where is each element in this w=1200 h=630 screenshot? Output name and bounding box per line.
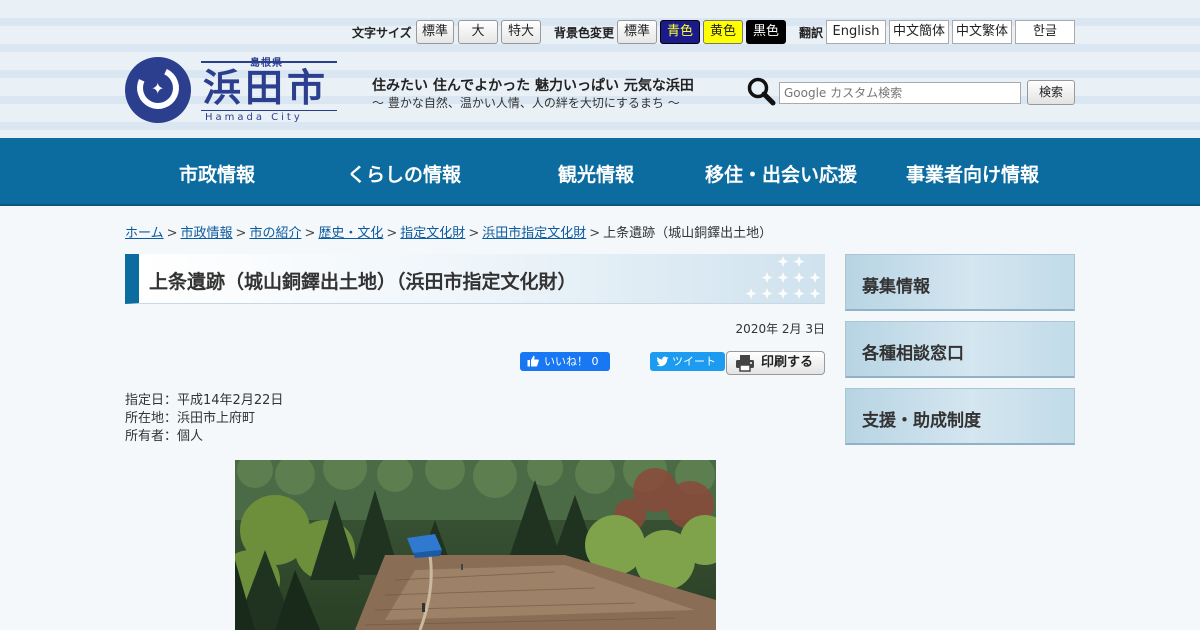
breadcrumb-separator-icon: >: [304, 226, 316, 241]
nav-item-living[interactable]: くらしの情報: [347, 160, 461, 187]
logo-divider: [201, 110, 337, 111]
sidebar-item-subsidies[interactable]: 支援・助成制度: [845, 388, 1075, 445]
global-nav: 市政情報 くらしの情報 観光情報 移住・出会い応援 事業者向け情報: [0, 138, 1200, 206]
breadcrumb-link[interactable]: 市政情報: [181, 226, 233, 241]
nav-item-relocation[interactable]: 移住・出会い応援: [705, 160, 857, 187]
breadcrumb: ホーム > 市政情報 > 市の紹介 > 歴史・文化 > 指定文化財 > 浜田市指定文化財 > 上条遺跡（…: [125, 222, 772, 241]
font-size-standard-button[interactable]: 標準: [416, 20, 454, 44]
breadcrumb-link[interactable]: 市の紹介: [249, 226, 301, 241]
site-photo: [235, 460, 716, 630]
location: 所在地：浜田市上府町: [125, 411, 256, 426]
breadcrumb-separator-icon: >: [166, 226, 178, 241]
breadcrumb-separator-icon: >: [386, 226, 398, 241]
publish-date: 2020年 2月 3日: [735, 322, 825, 336]
facebook-like-button[interactable]: いいね！ 0: [520, 352, 610, 371]
lang-simplified-chinese-button[interactable]: 中文簡体: [889, 20, 949, 44]
printer-icon: [736, 355, 754, 372]
breadcrumb-link[interactable]: 浜田市指定文化財: [482, 226, 586, 241]
logo-city-name[interactable]: 浜田市: [203, 67, 329, 109]
tweet-button[interactable]: ツイート: [650, 352, 725, 371]
sparkle-decoration-icon: [745, 256, 821, 299]
breadcrumb-link-home[interactable]: ホーム: [125, 226, 164, 241]
nav-item-business[interactable]: 事業者向け情報: [906, 160, 1039, 187]
bg-black-button[interactable]: 黒色: [746, 20, 786, 44]
bg-yellow-button[interactable]: 黄色: [703, 20, 743, 44]
logo-divider: [201, 61, 337, 63]
breadcrumb-separator-icon: >: [589, 226, 601, 241]
catchphrase-sub: ～ 豊かな自然、温かい人情、人の絆を大切にするまち ～: [372, 96, 680, 110]
breadcrumb-separator-icon: >: [468, 226, 480, 241]
lang-english-button[interactable]: English: [826, 20, 886, 44]
sidebar-item-label: 各種相談窓口: [862, 344, 964, 364]
breadcrumb-link[interactable]: 指定文化財: [400, 226, 465, 241]
sidebar-item-consultation[interactable]: 各種相談窓口: [845, 321, 1075, 378]
twitter-bird-icon: [656, 356, 669, 367]
breadcrumb-link[interactable]: 歴史・文化: [318, 226, 383, 241]
font-size-label: 文字サイズ: [352, 26, 412, 40]
search-button[interactable]: 検索: [1027, 80, 1075, 105]
designation-info: 指定日：平成14年2月22日 所在地：浜田市上府町 所有者：個人: [125, 392, 283, 446]
page-title-box: 上条遺跡（城山銅鐸出土地）（浜田市指定文化財）: [125, 254, 825, 304]
facebook-like-label: いいね！ 0: [544, 355, 599, 368]
designation-date: 指定日：平成14年2月22日: [125, 393, 284, 408]
breadcrumb-separator-icon: >: [235, 226, 247, 241]
lang-traditional-chinese-button[interactable]: 中文繁体: [952, 20, 1012, 44]
breadcrumb-current: 上条遺跡（城山銅鐸出土地）: [603, 226, 773, 241]
nav-item-city-administration[interactable]: 市政情報: [179, 160, 255, 187]
sidebar-item-label: 募集情報: [862, 277, 930, 297]
font-size-large-button[interactable]: 大: [458, 20, 498, 44]
logo-roman-name: Hamada City: [205, 112, 303, 123]
site-header: 文字サイズ 標準 大 特大 背景色変更 標準 青色 黄色 黒色 翻訳 Engli…: [0, 0, 1200, 138]
owner: 所有者：個人: [125, 429, 204, 444]
search-input[interactable]: [779, 82, 1021, 104]
translate-label: 翻訳: [799, 26, 824, 40]
bg-standard-button[interactable]: 標準: [617, 20, 657, 44]
sidebar-item-recruitment[interactable]: 募集情報: [845, 254, 1075, 311]
bg-blue-button[interactable]: 青色: [660, 20, 700, 44]
search-icon: [747, 77, 776, 106]
print-button[interactable]: 印刷する: [726, 351, 825, 375]
lang-korean-button[interactable]: 한글: [1015, 20, 1075, 44]
bg-color-label: 背景色変更: [554, 26, 615, 40]
thumbs-up-icon: [527, 355, 539, 367]
page-title: 上条遺跡（城山銅鐸出土地）（浜田市指定文化財）: [149, 271, 577, 293]
print-label: 印刷する: [761, 355, 814, 370]
sidebar-item-label: 支援・助成制度: [862, 411, 981, 431]
font-size-xlarge-button[interactable]: 特大: [501, 20, 541, 44]
tweet-label: ツイート: [672, 355, 716, 368]
catchphrase-main: 住みたい 住んでよかった 魅力いっぱい 元気な浜田: [372, 78, 694, 94]
nav-item-tourism[interactable]: 観光情報: [558, 160, 634, 187]
city-emblem-icon[interactable]: ✦: [125, 57, 191, 123]
